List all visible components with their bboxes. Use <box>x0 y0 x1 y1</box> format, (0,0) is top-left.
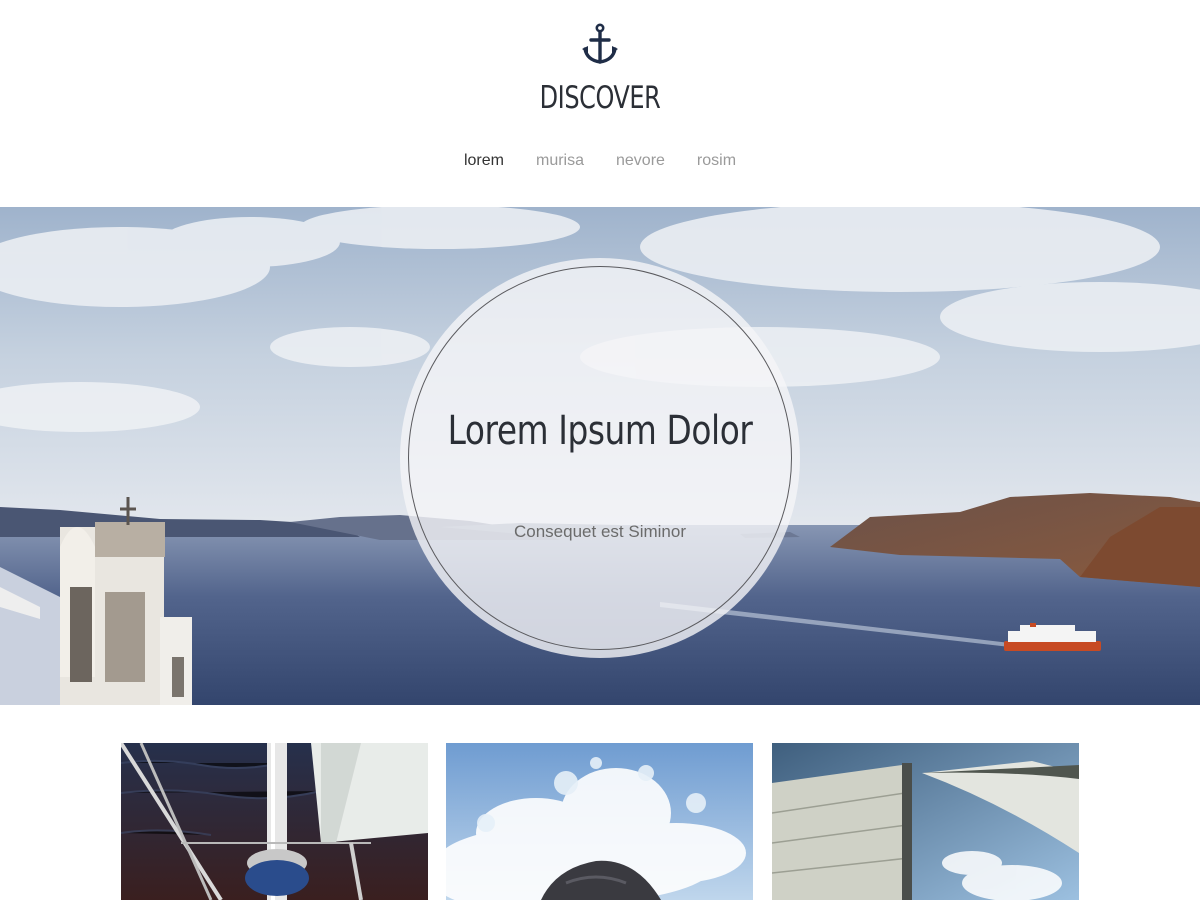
nav-item-murisa[interactable]: murisa <box>536 152 584 170</box>
thumbnail-boat-mast[interactable] <box>121 743 428 900</box>
hero-circle-ring <box>408 266 792 650</box>
thumbnail-image <box>446 743 753 900</box>
thumbnail-gallery <box>0 743 1200 900</box>
hero-banner: Lorem Ipsum Dolor Consequet est Siminor <box>0 207 1200 705</box>
site-header: DISCOVER lorem murisa nevore rosim <box>0 0 1200 207</box>
anchor-icon[interactable] <box>580 22 620 66</box>
thumbnail-image <box>772 743 1079 900</box>
hero-circle-overlay: Lorem Ipsum Dolor Consequet est Siminor <box>400 258 800 658</box>
site-title[interactable]: DISCOVER <box>84 80 1116 116</box>
thumbnail-sails[interactable] <box>772 743 1079 900</box>
main-nav: lorem murisa nevore rosim <box>0 152 1200 170</box>
thumbnail-image <box>121 743 428 900</box>
hero-heading: Lorem Ipsum Dolor <box>447 408 753 454</box>
nav-item-nevore[interactable]: nevore <box>616 152 665 170</box>
thumbnail-wave-splash[interactable] <box>446 743 753 900</box>
hero-subheading: Consequet est Siminor <box>514 522 686 541</box>
nav-item-lorem[interactable]: lorem <box>464 152 504 170</box>
nav-item-rosim[interactable]: rosim <box>697 152 736 170</box>
